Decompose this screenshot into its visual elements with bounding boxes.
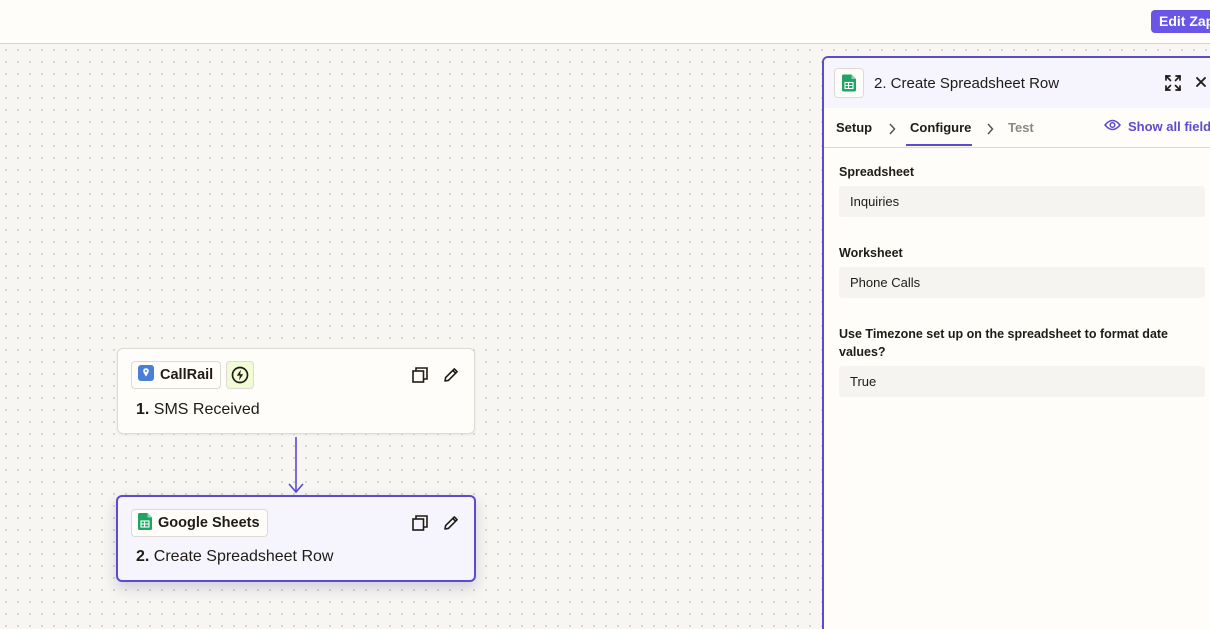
app-chip-callrail: CallRail <box>131 361 222 389</box>
tab-configure[interactable]: Configure <box>910 120 971 135</box>
field-label-worksheet: Worksheet <box>839 246 903 260</box>
app-name: Google Sheets <box>158 515 260 531</box>
duplicate-icon[interactable] <box>411 366 429 384</box>
lightning-bolt-icon <box>226 361 254 389</box>
step-title: 1. SMS Received <box>136 401 260 418</box>
app-name: CallRail <box>160 367 214 383</box>
panel-tabs: Setup Configure Test Show all fields <box>824 108 1210 148</box>
step-title: 2. Create Spreadsheet Row <box>136 548 334 565</box>
step-connector-arrow <box>288 437 304 494</box>
worksheet-field[interactable]: Phone Calls <box>839 267 1205 298</box>
google-sheets-icon <box>834 68 864 98</box>
callrail-logo-icon <box>138 365 154 385</box>
step-card-trigger[interactable]: CallRail 1. SMS Received <box>117 348 475 434</box>
field-label-spreadsheet: Spreadsheet <box>839 165 915 179</box>
google-sheets-icon <box>138 512 152 534</box>
spreadsheet-field[interactable]: Inquiries <box>839 186 1205 217</box>
show-all-fields-link[interactable]: Show all fields <box>1104 119 1210 134</box>
edit-zap-button[interactable]: Edit Zap <box>1151 10 1210 33</box>
edit-pencil-icon[interactable] <box>442 514 460 532</box>
edit-pencil-icon[interactable] <box>442 366 460 384</box>
active-tab-indicator <box>906 144 972 146</box>
step-card-action[interactable]: Google Sheets 2. Create Spreadsheet Row <box>116 495 476 582</box>
timezone-field[interactable]: True <box>839 366 1205 397</box>
expand-icon[interactable] <box>1164 74 1182 97</box>
tab-setup[interactable]: Setup <box>836 120 872 135</box>
step-detail-panel: 2. Create Spreadsheet Row Setup Configur… <box>822 56 1210 629</box>
panel-title: 2. Create Spreadsheet Row <box>874 75 1060 92</box>
top-bar: Edit Zap <box>0 0 1210 44</box>
panel-header: 2. Create Spreadsheet Row <box>824 58 1210 108</box>
eye-icon <box>1104 119 1121 134</box>
chevron-right-icon <box>888 122 896 140</box>
chevron-right-icon <box>986 122 994 140</box>
tab-test[interactable]: Test <box>1008 120 1034 135</box>
close-icon[interactable] <box>1194 75 1208 94</box>
field-label-timezone: Use Timezone set up on the spreadsheet t… <box>839 327 1169 359</box>
duplicate-icon[interactable] <box>411 514 429 532</box>
app-chip-google-sheets: Google Sheets <box>131 509 268 537</box>
